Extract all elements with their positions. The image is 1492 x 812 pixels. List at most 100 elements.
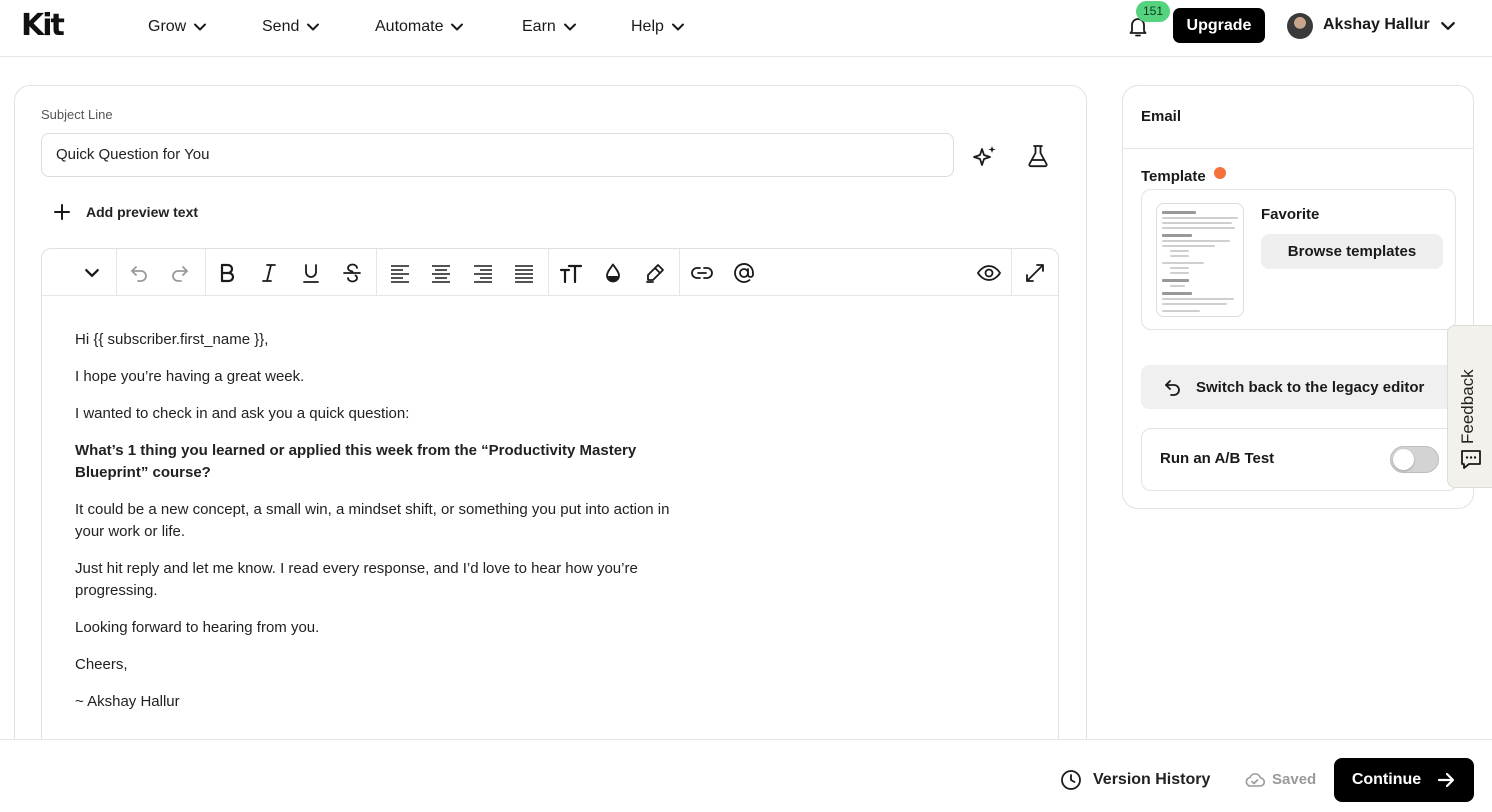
template-section-label: Template <box>1141 166 1226 185</box>
expand-button[interactable] <box>1022 260 1048 286</box>
saved-status: Saved <box>1244 771 1316 788</box>
nav-grow-label: Grow <box>148 18 187 35</box>
template-thumbnail[interactable] <box>1156 203 1244 317</box>
subject-line-label: Subject Line <box>41 107 113 122</box>
align-left-icon <box>391 265 409 283</box>
strikethrough-button[interactable] <box>339 260 365 286</box>
align-center-icon <box>432 265 450 283</box>
nav-help-label: Help <box>631 18 664 35</box>
chevron-down-icon <box>671 23 684 31</box>
feedback-label: Feedback <box>1458 369 1477 444</box>
body-paragraph: ~ Akshay Hallur <box>75 693 180 710</box>
align-right-icon <box>474 265 492 283</box>
ab-test-toggle[interactable] <box>1390 446 1439 473</box>
chevron-down-icon <box>563 23 576 31</box>
template-card: Favorite Browse templates <box>1141 189 1456 330</box>
subject-test-button[interactable] <box>1025 143 1051 169</box>
flask-icon <box>1028 145 1048 168</box>
upgrade-button[interactable]: Upgrade <box>1173 8 1265 43</box>
template-name: Favorite <box>1261 206 1320 223</box>
align-justify-icon <box>515 265 533 283</box>
sparkles-icon <box>973 146 996 166</box>
preview-button[interactable] <box>976 260 1002 286</box>
editor-footer: Version History Saved Continue <box>0 739 1492 812</box>
subject-input[interactable]: Quick Question for You <box>41 133 954 177</box>
chevron-down-icon <box>307 23 320 31</box>
nav-automate-label: Automate <box>375 18 444 35</box>
block-type-dropdown[interactable] <box>79 260 105 286</box>
panel-divider <box>1123 148 1473 149</box>
align-center-button[interactable] <box>428 260 454 286</box>
eye-icon <box>976 265 1002 281</box>
redo-icon <box>172 266 188 282</box>
text-color-button[interactable] <box>600 260 626 286</box>
align-left-button[interactable] <box>387 260 413 286</box>
email-editor: Hi {{ subscriber.first_name }}, I hope y… <box>41 248 1059 768</box>
toggle-knob <box>1393 449 1414 470</box>
email-settings-panel: Email Template Favorite Browse templates… <box>1122 85 1474 509</box>
user-name[interactable]: Akshay Hallur <box>1323 16 1430 34</box>
saved-label: Saved <box>1272 771 1317 788</box>
feedback-tab[interactable]: Feedback <box>1447 325 1492 488</box>
undo-icon <box>131 266 147 282</box>
continue-label: Continue <box>1351 771 1422 788</box>
redo-button[interactable] <box>167 260 193 286</box>
chevron-down-icon <box>85 269 99 277</box>
bold-icon <box>220 263 235 283</box>
undo-button[interactable] <box>126 260 152 286</box>
chevron-down-icon[interactable] <box>1440 18 1456 34</box>
body-paragraph: Cheers, <box>75 656 128 673</box>
notification-count-badge: 151 <box>1136 1 1171 22</box>
toolbar-divider <box>116 249 117 296</box>
ai-assist-button[interactable] <box>972 143 998 169</box>
nav-earn[interactable]: Earn <box>522 15 577 39</box>
clock-icon <box>1061 770 1081 790</box>
nav-earn-label: Earn <box>522 18 556 35</box>
body-paragraph: I wanted to check in and ask you a quick… <box>75 405 410 422</box>
version-history-button[interactable]: Version History <box>1060 769 1210 791</box>
undo-arrow-icon <box>1165 380 1180 396</box>
chevron-down-icon <box>451 23 464 31</box>
toolbar-divider <box>548 249 549 296</box>
switch-legacy-editor-button[interactable]: Switch back to the legacy editor <box>1141 365 1458 409</box>
body-paragraph: It could be a new concept, a small win, … <box>75 501 670 540</box>
italic-icon <box>262 264 276 282</box>
arrow-right-icon <box>1438 772 1455 788</box>
highlighter-icon <box>646 264 664 283</box>
underline-icon <box>303 264 319 283</box>
switch-legacy-editor-label: Switch back to the legacy editor <box>1196 378 1425 396</box>
editor-toolbar <box>42 249 1058 296</box>
nav-help[interactable]: Help <box>631 15 685 39</box>
expand-icon <box>1026 264 1044 282</box>
nav-send[interactable]: Send <box>262 15 320 39</box>
template-status-dot <box>1213 166 1226 179</box>
panel-heading: Email <box>1141 108 1182 125</box>
toolbar-divider <box>679 249 680 296</box>
at-sign-icon <box>734 263 754 283</box>
font-size-button[interactable] <box>558 260 584 286</box>
body-paragraph: I hope you’re having a great week. <box>75 368 305 385</box>
avatar[interactable] <box>1287 13 1313 39</box>
toolbar-divider <box>205 249 206 296</box>
align-justify-button[interactable] <box>511 260 537 286</box>
chat-bubble-icon <box>1461 450 1481 469</box>
mention-button[interactable] <box>731 260 757 286</box>
toolbar-divider <box>376 249 377 296</box>
kit-logo[interactable]: Kit <box>21 11 65 41</box>
top-navbar: Kit Grow Send Automate Earn Help 151 Upg… <box>0 0 1492 57</box>
version-history-label: Version History <box>1093 771 1211 788</box>
align-right-button[interactable] <box>470 260 496 286</box>
underline-button[interactable] <box>298 260 324 286</box>
nav-grow[interactable]: Grow <box>148 15 207 39</box>
continue-button[interactable]: Continue <box>1334 758 1474 802</box>
email-body[interactable]: Hi {{ subscriber.first_name }}, I hope y… <box>75 329 675 728</box>
nav-automate[interactable]: Automate <box>375 15 464 39</box>
add-preview-text-button[interactable]: Add preview text <box>52 202 198 222</box>
italic-button[interactable] <box>256 260 282 286</box>
link-button[interactable] <box>689 260 715 286</box>
browse-templates-button[interactable]: Browse templates <box>1261 234 1443 269</box>
body-paragraph-bold: What’s 1 thing you learned or applied th… <box>75 442 637 481</box>
bold-button[interactable] <box>214 260 240 286</box>
chevron-down-icon <box>194 23 207 31</box>
highlight-button[interactable] <box>642 260 668 286</box>
